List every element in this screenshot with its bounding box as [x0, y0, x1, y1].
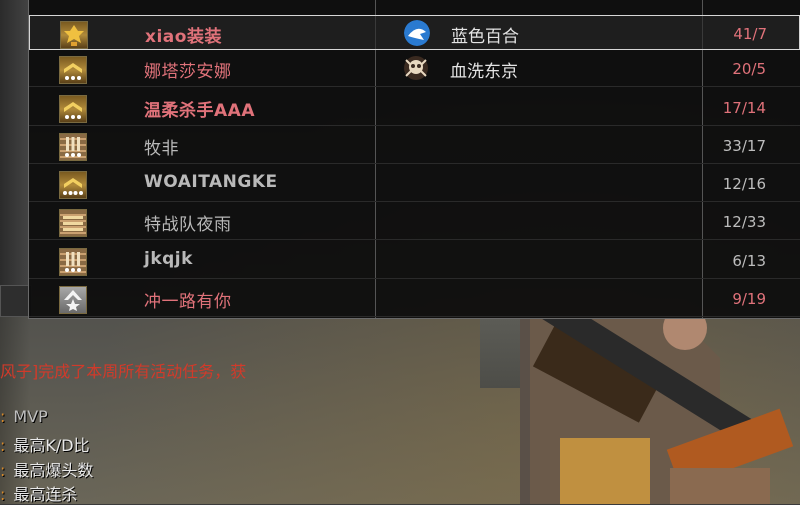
- player-name: 温柔杀手AAA: [144, 101, 255, 121]
- kill-death-value: 9/19: [732, 290, 766, 308]
- award-label: MVP: [13, 407, 48, 426]
- scoreboard-row[interactable]: jkqjk 6/13: [29, 243, 800, 279]
- scoreboard-row-self[interactable]: xiao装装 蓝色百合 41/7: [29, 15, 800, 50]
- silver-star-chevron-rank-icon: [59, 286, 87, 314]
- player-name: xiao装装: [145, 27, 222, 47]
- skull-crest-clan-icon: [404, 56, 428, 80]
- player-name: 冲一路有你: [144, 292, 232, 312]
- soldier-with-rifle-art: [520, 318, 794, 504]
- award-label: 最高连杀: [13, 485, 78, 504]
- scoreboard-row[interactable]: 温柔杀手AAA 17/14: [29, 90, 800, 126]
- kill-death-value: 12/16: [722, 175, 766, 193]
- kill-death-value: 41/7: [733, 25, 767, 43]
- scoreboard-row[interactable]: 娜塔莎安娜 血洗东京 20/5: [29, 51, 800, 87]
- player-name: 特战队夜雨: [144, 215, 232, 235]
- gold-crest-rank-icon: [60, 21, 88, 49]
- kill-death-value: 33/17: [722, 137, 766, 155]
- kill-death-value: 6/13: [732, 252, 766, 270]
- gold-chevron-three-stars-rank-icon: [59, 95, 87, 123]
- award-line-mvp: : MVP: [0, 407, 48, 426]
- player-name: WOAITANGKE: [144, 172, 278, 192]
- clan-name: 血洗东京: [450, 62, 518, 82]
- gold-chevron-four-stars-rank-icon: [59, 171, 87, 199]
- white-shark-clan-icon: [404, 20, 430, 46]
- bars-three-stars-rank-icon: [59, 133, 87, 161]
- scoreboard-row[interactable]: 冲一路有你 9/19: [29, 281, 800, 317]
- scoreboard-row[interactable]: 特战队夜雨 12/33: [29, 204, 800, 240]
- award-label: 最高爆头数: [13, 461, 94, 480]
- system-chat-message: 风子]完成了本周所有活动任务，获: [0, 362, 247, 381]
- award-label: 最高K/D比: [13, 436, 90, 455]
- scoreboard-row[interactable]: WOAITANGKE 12/16: [29, 166, 800, 202]
- award-bullet: :: [0, 485, 6, 504]
- award-line-streak: : 最高连杀: [0, 481, 77, 505]
- award-bullet: :: [0, 407, 6, 426]
- scoreboard-panel: xiao装装 蓝色百合 41/7 娜塔莎安娜 血洗东京 20/5 温柔杀手AAA…: [28, 0, 800, 319]
- scoreboard-row[interactable]: 牧非 33/17: [29, 128, 800, 164]
- player-name: 牧非: [144, 139, 179, 159]
- clan-name: 蓝色百合: [451, 27, 519, 47]
- award-bullet: :: [0, 461, 6, 480]
- bars-three-stars-rank-icon: [59, 248, 87, 276]
- player-name: 娜塔莎安娜: [144, 62, 232, 82]
- award-bullet: :: [0, 436, 6, 455]
- kill-death-value: 17/14: [722, 99, 766, 117]
- gold-chevron-three-stars-rank-icon: [59, 56, 87, 84]
- award-line-headshots: : 最高爆头数: [0, 457, 93, 481]
- kill-death-value: 20/5: [732, 60, 766, 78]
- player-name: jkqjk: [144, 249, 193, 269]
- kill-death-value: 12/33: [722, 213, 766, 231]
- bronze-bars-rank-icon: [59, 209, 87, 237]
- award-line-kd: : 最高K/D比: [0, 432, 90, 456]
- background-wall-strip: [0, 0, 30, 285]
